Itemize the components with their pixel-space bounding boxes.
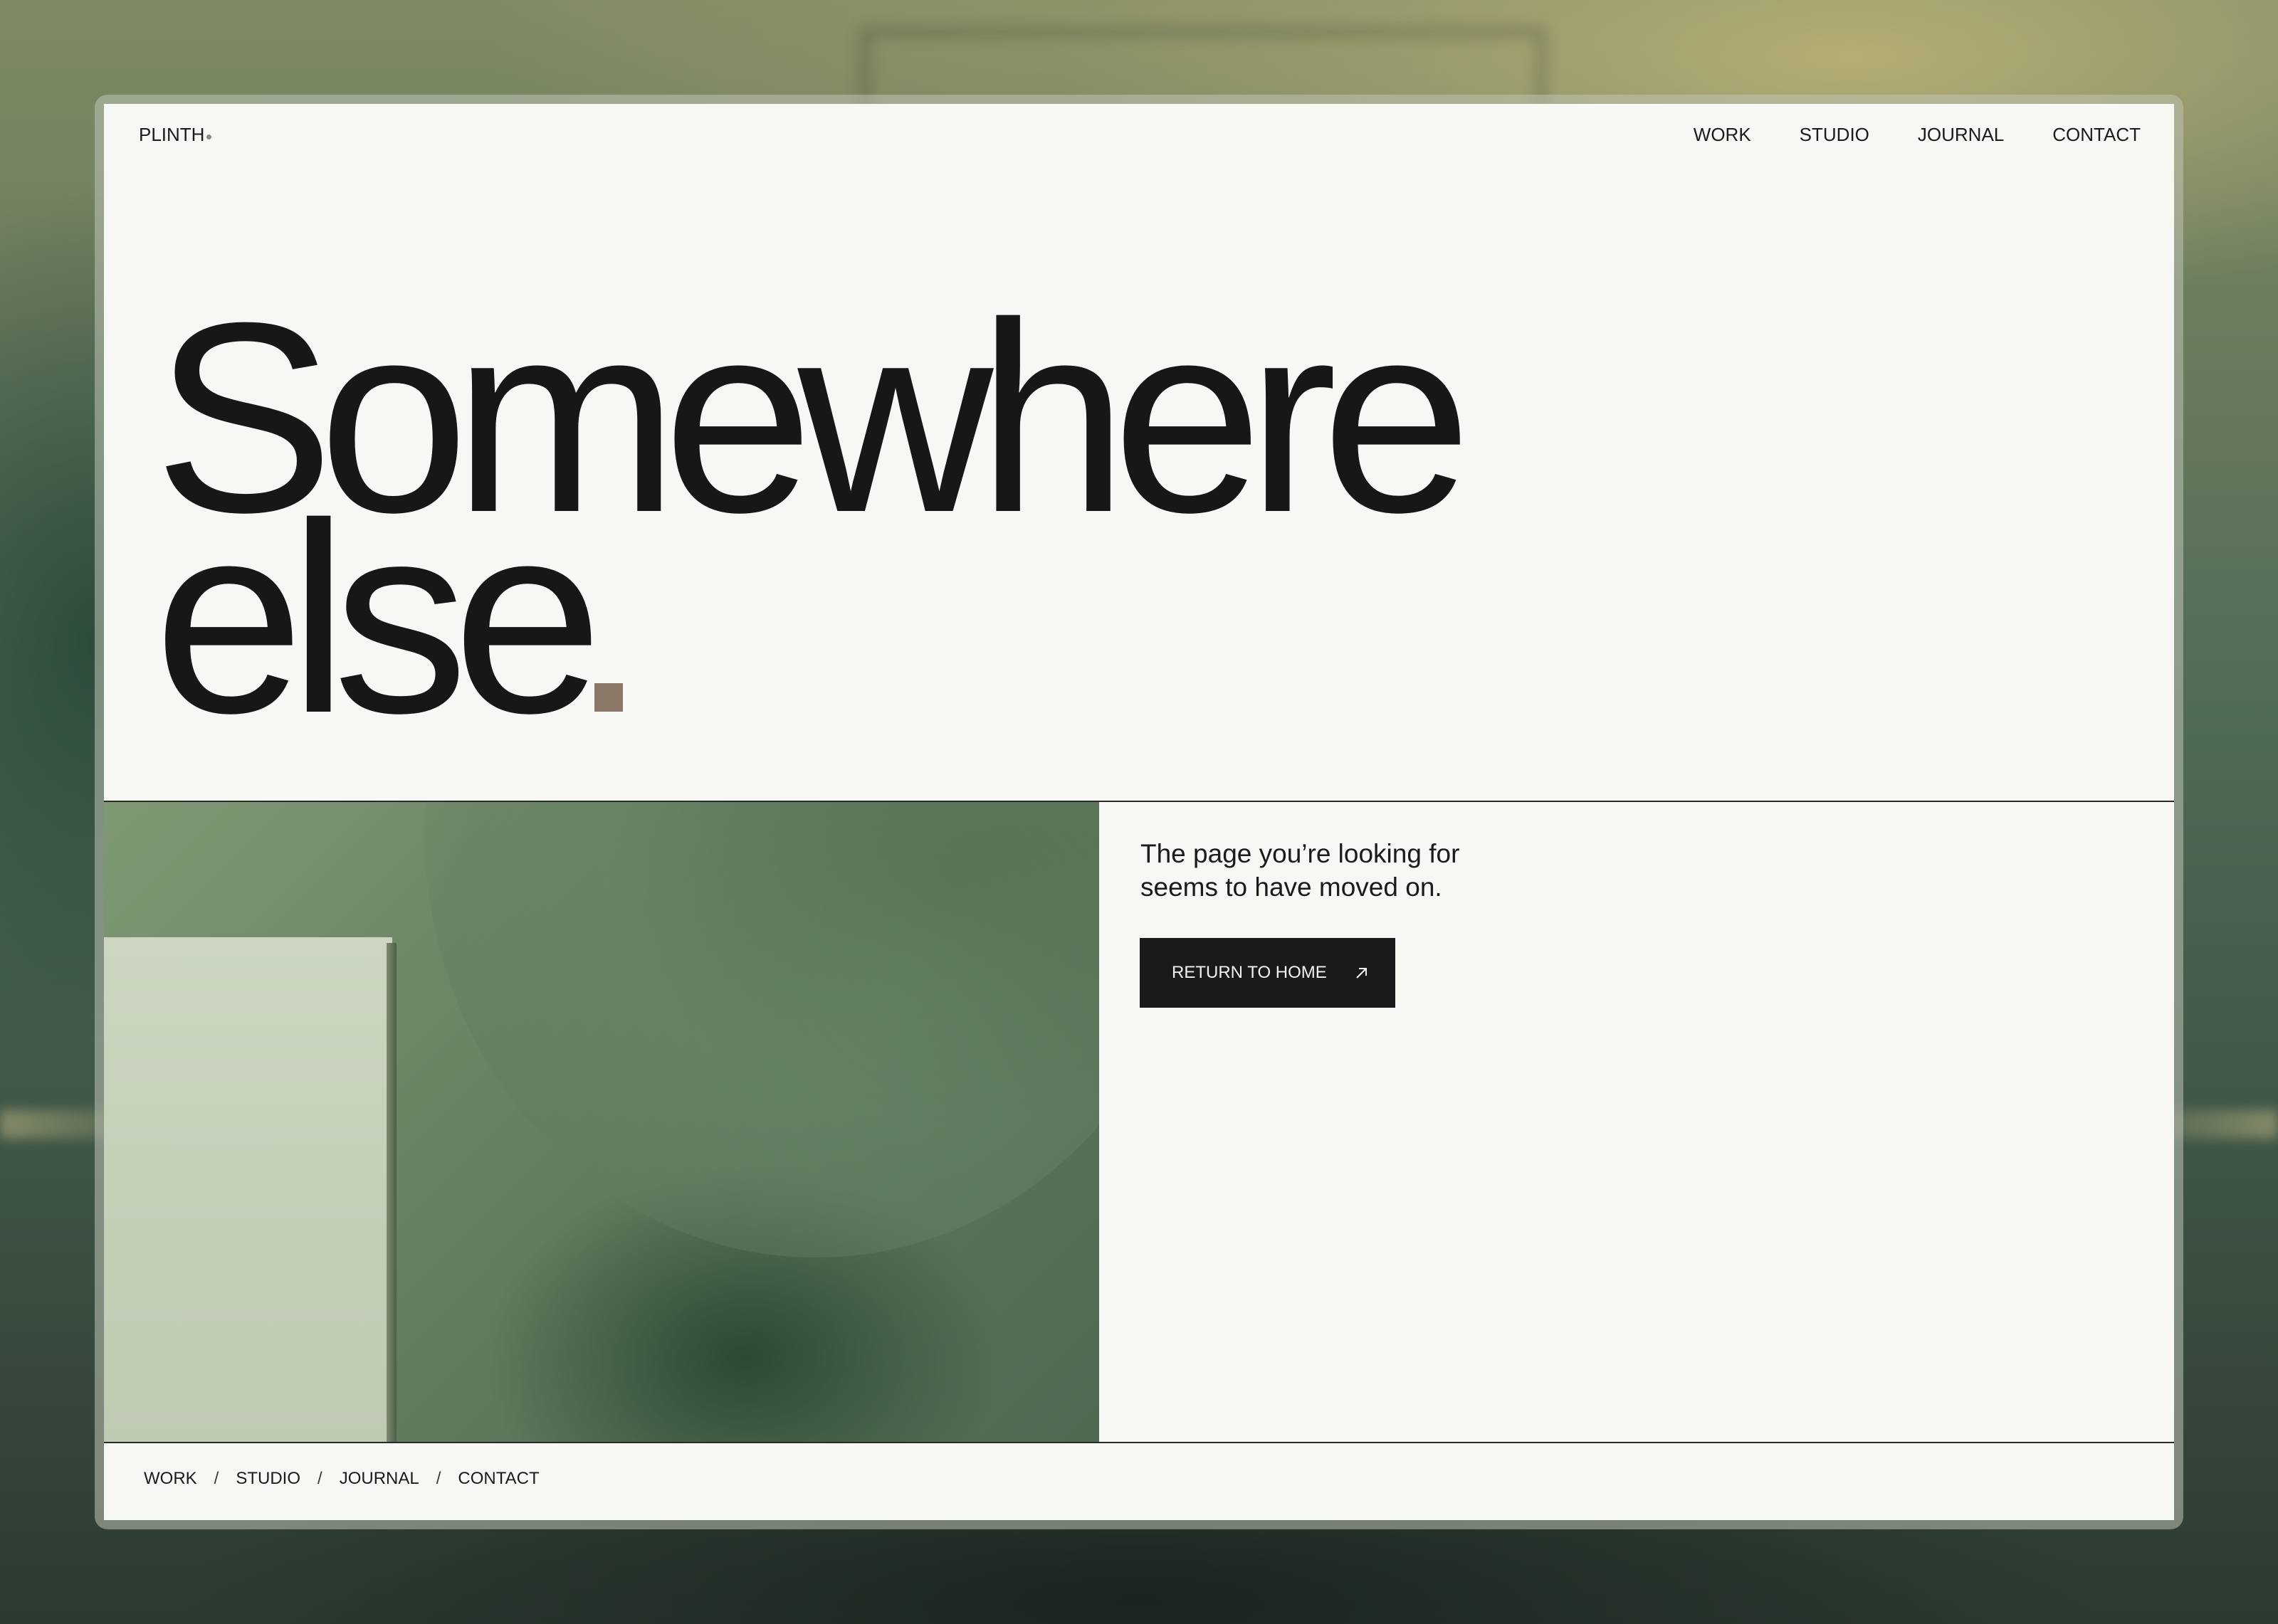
not-found-message: The page you’re looking for seems to hav…	[1140, 837, 1639, 904]
page: PLINTH WORK STUDIO JOURNAL CONTACT Somew…	[104, 104, 2174, 1520]
arrow-up-right-icon	[1354, 965, 1370, 981]
nav-journal[interactable]: JOURNAL	[1918, 124, 2004, 146]
section-divider-bottom	[104, 1442, 2174, 1443]
logo-dot-icon	[206, 135, 212, 139]
logo[interactable]: PLINTH	[139, 124, 212, 146]
main-nav: WORK STUDIO JOURNAL CONTACT	[1694, 124, 2141, 146]
footer-separator: /	[317, 1469, 322, 1488]
image-plinth-block	[104, 937, 392, 1442]
nav-contact[interactable]: CONTACT	[2052, 124, 2141, 146]
footer-link-journal[interactable]: JOURNAL	[340, 1469, 419, 1489]
hero-line-2-text: else	[154, 467, 603, 769]
image-plinth-edge	[387, 943, 397, 1442]
hero-heading: Somewhere else	[154, 283, 1472, 754]
hero-period-square	[594, 683, 624, 712]
footer-link-work[interactable]: WORK	[144, 1469, 197, 1489]
footer-link-contact[interactable]: CONTACT	[458, 1469, 539, 1489]
footer-separator: /	[214, 1469, 219, 1488]
hero-image	[104, 802, 1099, 1442]
footer-separator: /	[436, 1469, 441, 1488]
message-line-1: The page you’re looking for	[1140, 839, 1460, 868]
image-circle-shape	[424, 802, 1099, 1257]
footer-link-studio[interactable]: STUDIO	[236, 1469, 300, 1489]
logo-text: PLINTH	[139, 124, 205, 145]
site-header: PLINTH WORK STUDIO JOURNAL CONTACT	[104, 104, 2174, 168]
footer-nav: WORK / STUDIO / JOURNAL / CONTACT	[144, 1469, 540, 1489]
return-home-button[interactable]: RETURN TO HOME	[1140, 938, 1395, 1008]
return-home-label: RETURN TO HOME	[1172, 963, 1327, 982]
nav-studio[interactable]: STUDIO	[1800, 124, 1869, 146]
nav-work[interactable]: WORK	[1694, 124, 1751, 146]
message-line-2: seems to have moved on.	[1140, 872, 1442, 902]
